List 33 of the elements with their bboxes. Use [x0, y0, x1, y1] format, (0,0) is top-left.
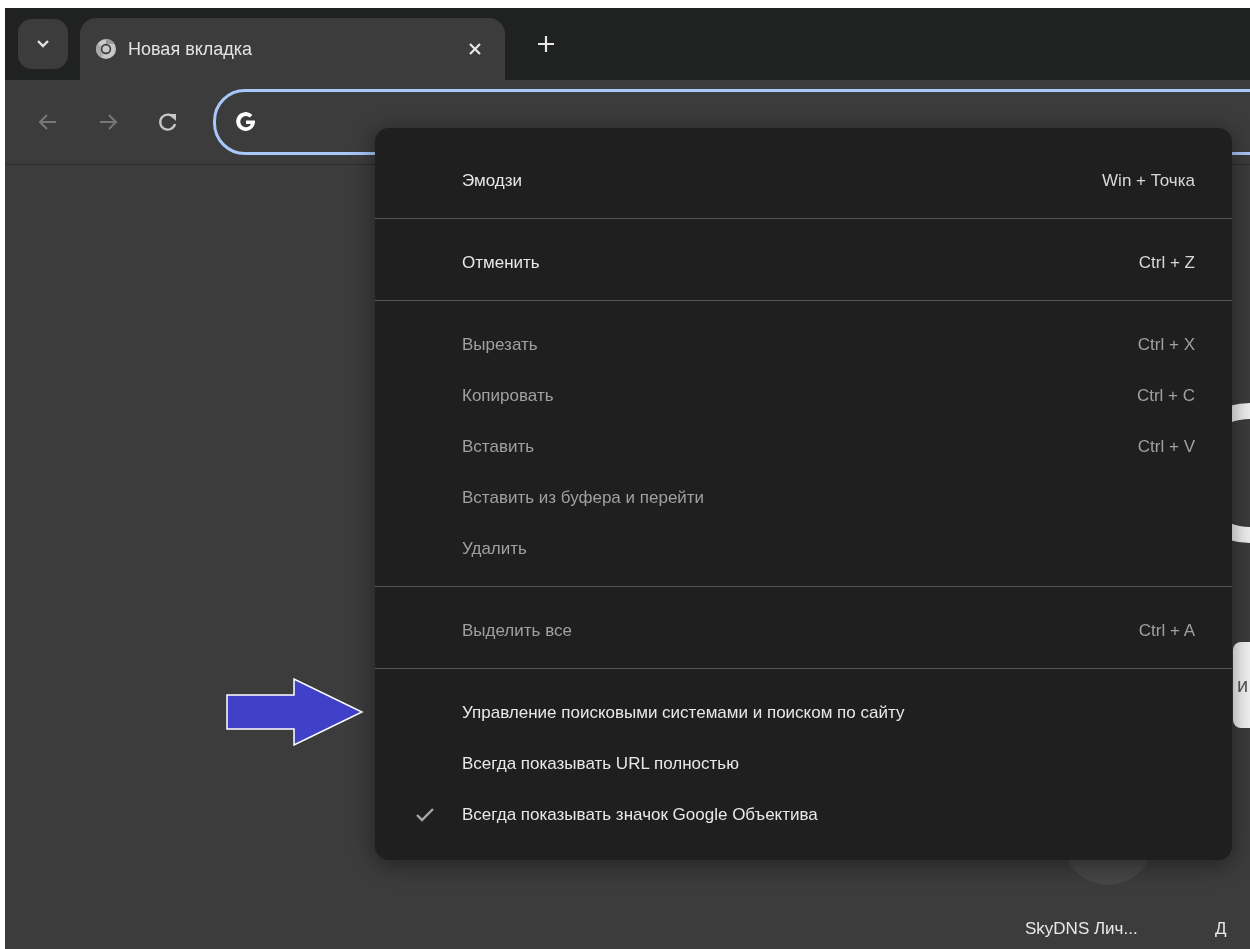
menu-item-label: Вырезать — [462, 334, 539, 355]
tab-title: Новая вкладка — [128, 38, 254, 60]
chevron-down-icon — [36, 39, 50, 49]
google-g-icon — [234, 110, 258, 134]
menu-item-label: Управление поисковыми системами и поиском по сайту — [462, 702, 906, 723]
keyboard-shortcut: Ctrl + C — [1136, 385, 1195, 406]
menu-item-label: Всегда показывать URL полностью — [462, 753, 740, 774]
keyboard-shortcut: Ctrl + X — [1137, 334, 1195, 355]
menu-item[interactable]: Отменить Ctrl + Z — [375, 237, 1232, 288]
reload-icon[interactable] — [157, 111, 179, 133]
keyboard-shortcut: Ctrl + A — [1138, 620, 1195, 641]
menu-item-label: Удалить — [462, 538, 528, 559]
menu-item[interactable]: Всегда показывать URL полностью — [375, 738, 1232, 789]
menu-item-label: Вставить из буфера и перейти — [462, 487, 706, 508]
chrome-logo-icon — [95, 38, 117, 60]
search-box[interactable]: и — [1233, 642, 1250, 728]
close-icon[interactable] — [467, 41, 483, 57]
menu-item-label: Выделить все — [462, 620, 573, 641]
menu-item-label: Вставить — [462, 436, 536, 457]
browser-tab[interactable]: Новая вкладка — [80, 18, 505, 80]
menu-item-label: Эмодзи — [462, 170, 523, 191]
shortcut-title[interactable]: Д — [1215, 919, 1227, 939]
new-tab-plus-icon[interactable] — [537, 35, 555, 53]
keyboard-shortcut: Ctrl + V — [1137, 436, 1195, 457]
menu-item[interactable]: Всегда показывать значок Google Объектива — [375, 789, 1232, 840]
shortcut-title[interactable]: SkyDNS Лич... — [1025, 919, 1138, 939]
menu-item[interactable]: Эмодзи Win + Точка — [375, 155, 1232, 206]
menu-item-label: Копировать — [462, 385, 555, 406]
menu-item-label: Отменить — [462, 252, 541, 273]
menu-item-label: Всегда показывать значок Google Объектива — [462, 804, 819, 825]
menu-item[interactable]: Управление поисковыми системами и поиском по сайту — [375, 687, 1232, 738]
keyboard-shortcut: Win + Точка — [1102, 170, 1195, 191]
keyboard-shortcut: Ctrl + Z — [1138, 252, 1195, 273]
